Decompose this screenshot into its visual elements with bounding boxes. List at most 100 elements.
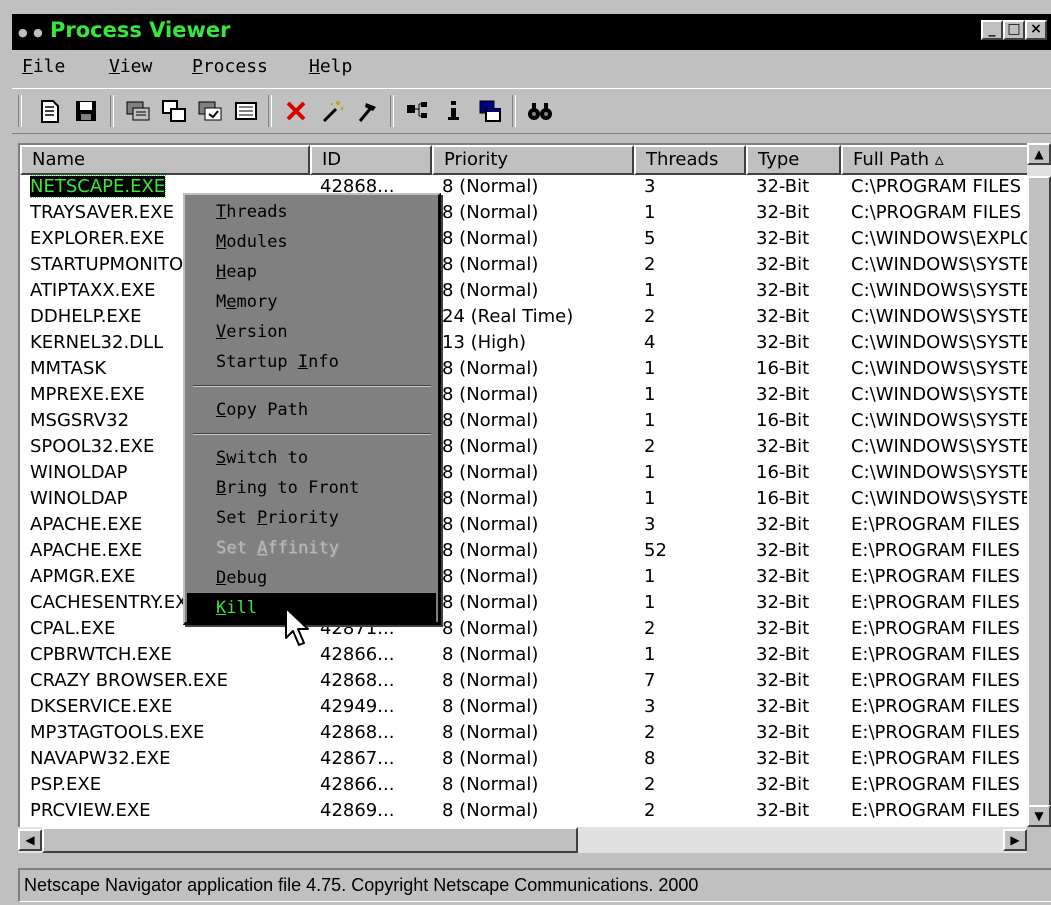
menu-item-switch-to[interactable]: Switch to [187, 443, 436, 473]
process-threads: 2 [644, 618, 656, 639]
menu-item-modules[interactable]: Modules [187, 227, 436, 257]
toolbar-separator [18, 95, 22, 127]
list-icon[interactable] [232, 97, 260, 125]
properties-icon[interactable] [196, 97, 224, 125]
table-row[interactable]: STARTUPMONITOR.EXE 8 (Normal) 2 32-Bit C:\WI… [20, 253, 1030, 276]
column-header-priority[interactable]: Priority [432, 145, 634, 175]
scroll-down-arrow-icon[interactable]: ▼ [1027, 805, 1051, 827]
tree-icon[interactable] [404, 97, 432, 125]
table-row[interactable]: PRCVIEW.EXE 42869... 8 (Normal) 2 32-Bit E:\P… [20, 799, 1030, 822]
minimize-button[interactable]: _ [981, 20, 1003, 40]
process-type: 32-Bit [756, 800, 810, 821]
menu-item-heap[interactable]: Heap [187, 257, 436, 287]
column-header-name[interactable]: Name [20, 145, 310, 175]
save-icon[interactable] [72, 97, 100, 125]
toolbar [12, 88, 1051, 134]
scroll-up-arrow-icon[interactable]: ▲ [1027, 143, 1051, 165]
horizontal-scrollbar[interactable]: ◀ ▶ [18, 827, 1027, 853]
info-icon[interactable] [440, 97, 468, 125]
process-name: DKSERVICE.EXE [30, 696, 173, 717]
scroll-left-arrow-icon[interactable]: ◀ [18, 829, 42, 851]
table-row[interactable]: TRAYSAVER.EXE 8 (Normal) 1 32-Bit C:\PROGRAM… [20, 201, 1030, 224]
process-path: E:\PROGRAM FILES [851, 774, 1020, 795]
hammer-icon[interactable] [354, 97, 382, 125]
process-path: E:\PROGRAM FILES [851, 514, 1020, 535]
windows-icon[interactable] [476, 97, 504, 125]
close-button[interactable]: × [1025, 20, 1047, 40]
table-row[interactable]: DDHELP.EXE 24 (Real Time) 2 32-Bit C:\WINDOW… [20, 305, 1030, 328]
table-row[interactable]: SPOOL32.EXE 8 (Normal) 2 32-Bit C:\WINDOWS\S… [20, 435, 1030, 458]
process-priority: 8 (Normal) [442, 618, 539, 639]
vertical-scrollbar[interactable]: ▲ ▼ [1027, 143, 1051, 827]
table-row[interactable]: NETSCAPE.EXE 42868... 8 (Normal) 3 32-Bit C:\… [20, 175, 1030, 198]
menu-item-bring-to-front[interactable]: Bring to Front [187, 473, 436, 503]
process-path: E:\PROGRAM FILES [851, 696, 1020, 717]
process-path: C:\WINDOWS\SYSTEM [851, 332, 1029, 353]
process-type: 32-Bit [756, 280, 810, 301]
process-type: 32-Bit [756, 696, 810, 717]
menu-process[interactable]: Process [192, 56, 268, 77]
table-row[interactable]: APACHE.EXE 8 (Normal) 3 32-Bit E:\PROGRAM FI… [20, 513, 1030, 536]
process-priority: 8 (Normal) [442, 254, 539, 275]
vertical-scroll-thumb[interactable] [1027, 176, 1051, 816]
table-row[interactable]: CRAZY BROWSER.EXE 42868... 8 (Normal) 7 32-B… [20, 669, 1030, 692]
window-icon[interactable] [160, 97, 188, 125]
table-row[interactable]: CPAL.EXE 42871... 8 (Normal) 2 32-Bit E:\PROG… [20, 617, 1030, 640]
table-row[interactable]: PSP.EXE 42866... 8 (Normal) 2 32-Bit E:\PROGR… [20, 773, 1030, 796]
table-row[interactable]: MMTASK 8 (Normal) 1 16-Bit C:\WINDOWS\SYSTEM [20, 357, 1030, 380]
table-row[interactable]: CPBRWTCH.EXE 42866... 8 (Normal) 1 32-Bit E:\… [20, 643, 1030, 666]
table-row[interactable]: APACHE.EXE 8 (Normal) 52 32-Bit E:\PROGRAM F… [20, 539, 1030, 562]
menu-item-set-priority[interactable]: Set Priority [187, 503, 436, 533]
table-row[interactable]: EXPLORER.EXE 8 (Normal) 5 32-Bit C:\WINDOWS\… [20, 227, 1030, 250]
menu-item-debug[interactable]: Debug [187, 563, 436, 593]
menu-item-version[interactable]: Version [187, 317, 436, 347]
kill-icon[interactable] [282, 97, 310, 125]
process-priority: 8 (Normal) [442, 358, 539, 379]
column-header-id[interactable]: ID [310, 145, 432, 175]
column-header-type[interactable]: Type [746, 145, 841, 175]
table-row[interactable]: MPREXE.EXE 8 (Normal) 1 32-Bit C:\WINDOWS\SY… [20, 383, 1030, 406]
process-list[interactable]: Name ID Priority Threads Type Full Path … [18, 143, 1051, 853]
process-id: 42869... [320, 800, 395, 821]
process-priority: 13 (High) [442, 332, 527, 353]
menu-help[interactable]: Help [309, 56, 352, 77]
table-row[interactable]: ATIPTAXX.EXE 8 (Normal) 1 32-Bit C:\WINDOWS\… [20, 279, 1030, 302]
find-icon[interactable] [526, 97, 554, 125]
menu-item-copy-path[interactable]: Copy Path [187, 395, 436, 425]
toolbar-separator [110, 95, 114, 127]
table-row[interactable]: NAVAPW32.EXE 42867... 8 (Normal) 8 32-Bit E:\… [20, 747, 1030, 770]
column-header-full-path[interactable]: Full Path ▵ [841, 145, 1041, 175]
refresh-icon[interactable] [124, 97, 152, 125]
process-type: 32-Bit [756, 774, 810, 795]
table-row[interactable]: APMGR.EXE 8 (Normal) 1 32-Bit E:\PROGRAM FIL… [20, 565, 1030, 588]
menu-file[interactable]: File [22, 56, 65, 77]
magic-wand-icon[interactable] [318, 97, 346, 125]
process-type: 32-Bit [756, 384, 810, 405]
menu-item-startup-info[interactable]: Startup Info [187, 347, 436, 377]
process-path: E:\PROGRAM FILES [851, 540, 1020, 561]
table-row[interactable]: MP3TAGTOOLS.EXE 42868... 8 (Normal) 2 32-Bit… [20, 721, 1030, 744]
new-file-icon[interactable] [36, 97, 64, 125]
menu-view[interactable]: View [109, 56, 152, 77]
table-row[interactable]: WINOLDAP 8 (Normal) 1 16-Bit C:\WINDOWS\SYST… [20, 461, 1030, 484]
scroll-right-arrow-icon[interactable]: ▶ [1003, 829, 1027, 851]
column-header-threads[interactable]: Threads [634, 145, 746, 175]
title-bar[interactable]: ● ● Process Viewer _ □ × [12, 14, 1051, 50]
table-row[interactable]: DKSERVICE.EXE 42949... 8 (Normal) 3 32-Bit E:… [20, 695, 1030, 718]
horizontal-scroll-thumb[interactable] [42, 827, 578, 853]
menu-item-memory[interactable]: Memory [187, 287, 436, 317]
status-bar: Netscape Navigator application file 4.75… [18, 868, 1051, 902]
maximize-button[interactable]: □ [1003, 20, 1025, 40]
process-type: 32-Bit [756, 436, 810, 457]
process-path: E:\PROGRAM FILES [851, 592, 1020, 613]
menu-item-threads[interactable]: Threads [187, 197, 436, 227]
table-row[interactable]: KERNEL32.DLL 13 (High) 4 32-Bit C:\WINDOWS\S… [20, 331, 1030, 354]
process-type: 32-Bit [756, 254, 810, 275]
table-row[interactable]: MSGSRV32 8 (Normal) 1 16-Bit C:\WINDOWS\SYST… [20, 409, 1030, 432]
table-row[interactable]: CACHESENTRY.EXE 8 (Normal) 1 32-Bit E:\PROGR… [20, 591, 1030, 614]
table-row[interactable]: WINOLDAP 8 (Normal) 1 16-Bit C:\WINDOWS\SYST… [20, 487, 1030, 510]
process-priority: 8 (Normal) [442, 202, 539, 223]
process-path: C:\PROGRAM FILES [851, 176, 1022, 197]
process-name: MP3TAGTOOLS.EXE [30, 722, 205, 743]
process-threads: 1 [644, 384, 656, 405]
